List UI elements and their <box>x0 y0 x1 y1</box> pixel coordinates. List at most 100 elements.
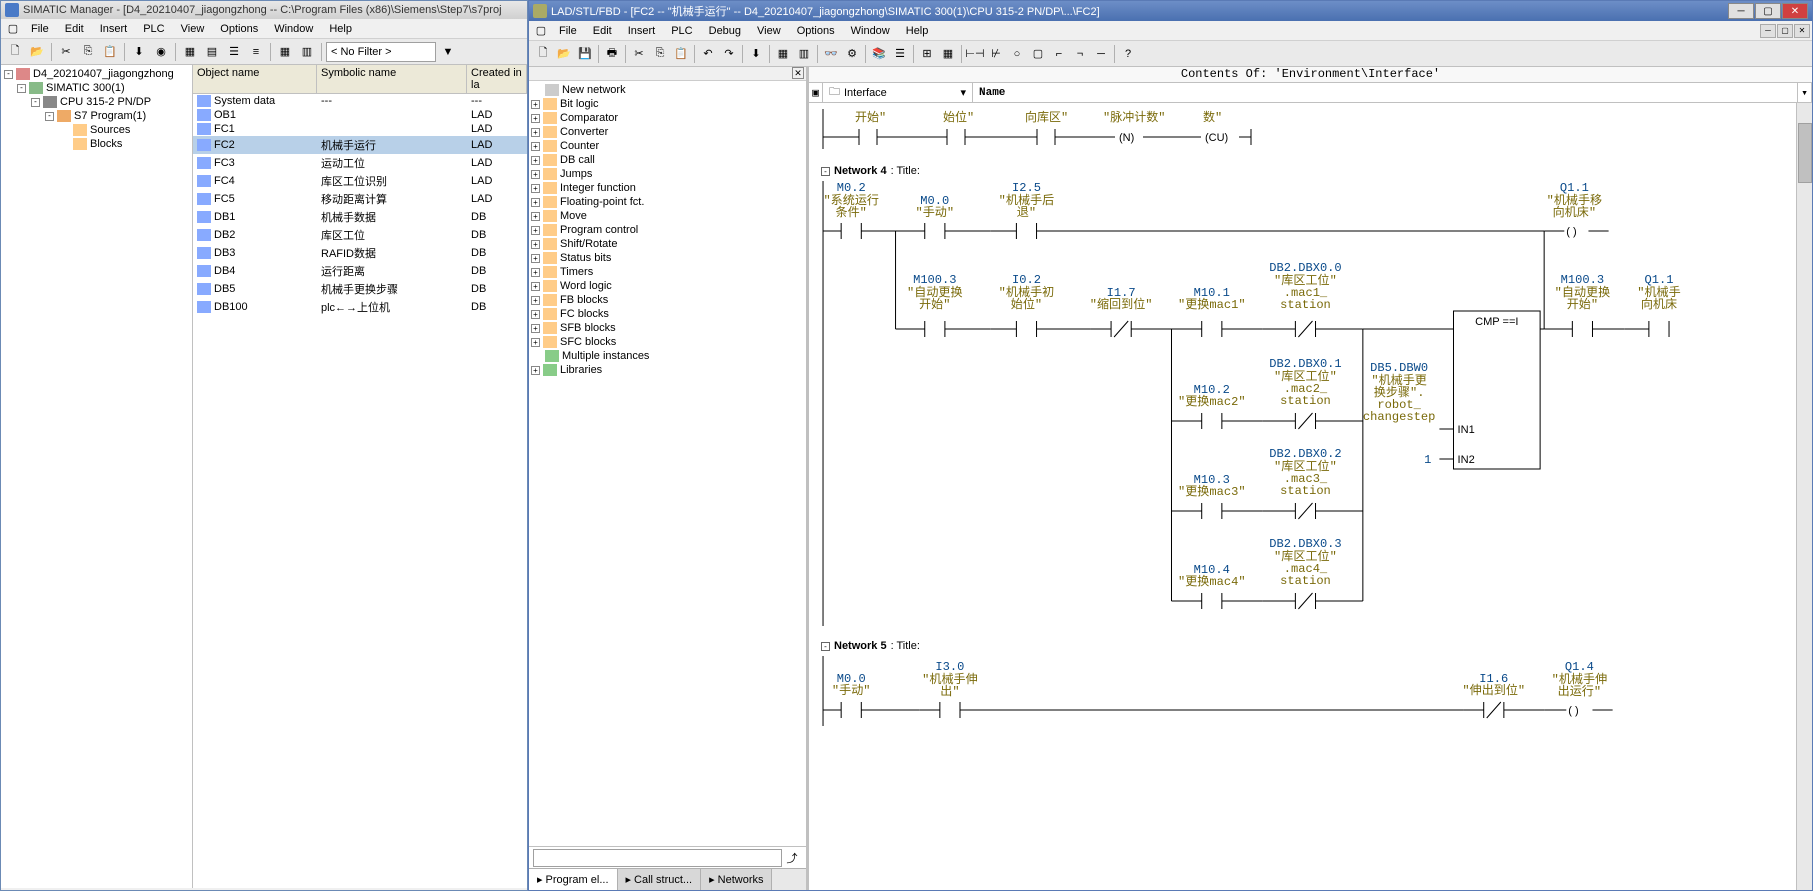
branch-close-icon[interactable]: ¬ <box>1070 44 1090 64</box>
expander-icon[interactable]: - <box>31 98 40 107</box>
tab-networks[interactable]: ▸Networks <box>701 869 772 890</box>
left-titlebar[interactable]: SIMATIC Manager - [D4_20210407_jiagongzh… <box>1 1 527 19</box>
menu-file[interactable]: File <box>23 21 57 37</box>
tree-node[interactable]: -CPU 315-2 PN/DP <box>3 95 190 109</box>
element-node[interactable]: +Floating-point fct. <box>531 195 804 209</box>
element-node[interactable]: +SFC blocks <box>531 335 804 349</box>
expander-icon[interactable]: - <box>17 84 26 93</box>
element-node[interactable]: +Timers <box>531 265 804 279</box>
cut-icon[interactable]: ✂ <box>56 42 76 62</box>
expander-icon[interactable]: + <box>531 226 540 235</box>
expander-icon[interactable]: + <box>531 268 540 277</box>
expander-icon[interactable]: + <box>531 156 540 165</box>
undo-icon[interactable]: ↶ <box>698 44 718 64</box>
col-object-name[interactable]: Object name <box>193 65 317 93</box>
network-5-header[interactable]: - Network 5 : Title: <box>821 640 1806 652</box>
interface-label[interactable]: 🗀 Interface ▾ <box>823 83 973 102</box>
block-row[interactable]: System data------ <box>193 94 527 108</box>
expander-icon[interactable]: - <box>45 112 54 121</box>
menu-help[interactable]: Help <box>898 23 937 39</box>
right-titlebar[interactable]: LAD/STL/FBD - [FC2 -- "机械手运行" -- D4_2021… <box>529 1 1812 21</box>
element-node[interactable]: +Comparator <box>531 111 804 125</box>
block-row[interactable]: FC3运动工位LAD <box>193 154 527 172</box>
elements-tree[interactable]: New network+Bit logic+Comparator+Convert… <box>529 81 806 846</box>
network-4-ladder[interactable]: M0.2 "系统运行 条件" M0.0 "手动" I2.5 "机械手后 退" Q… <box>819 181 1806 626</box>
sim-icon[interactable]: ▥ <box>297 42 317 62</box>
expander-icon[interactable]: + <box>531 142 540 151</box>
element-node[interactable]: +Converter <box>531 125 804 139</box>
coil-icon[interactable]: ○ <box>1007 44 1027 64</box>
menu-file[interactable]: File <box>551 23 585 39</box>
network-4-header[interactable]: - Network 4 : Title: <box>821 165 1806 177</box>
expander-icon[interactable]: + <box>531 184 540 193</box>
tree-node[interactable]: -D4_20210407_jiagongzhong <box>3 67 190 81</box>
element-node[interactable]: +Word logic <box>531 279 804 293</box>
expander-icon[interactable]: + <box>531 128 540 137</box>
copy-icon[interactable]: ⎘ <box>78 42 98 62</box>
save-icon[interactable]: 💾 <box>575 44 595 64</box>
menu-insert[interactable]: Insert <box>92 21 136 37</box>
filter-go-icon[interactable]: ⤴ <box>782 848 802 868</box>
menu-view[interactable]: View <box>749 23 789 39</box>
element-node[interactable]: +FC blocks <box>531 307 804 321</box>
expander-icon[interactable]: + <box>531 310 540 319</box>
expander-icon[interactable]: + <box>531 366 540 375</box>
panel-close-button[interactable]: ✕ <box>792 67 804 79</box>
view4-icon[interactable]: ≡ <box>246 42 266 62</box>
element-node[interactable]: +Status bits <box>531 251 804 265</box>
block-row[interactable]: DB4运行距离DB <box>193 262 527 280</box>
box-icon[interactable]: ▢ <box>1028 44 1048 64</box>
view1-icon[interactable]: ▦ <box>180 42 200 62</box>
expander-icon[interactable]: + <box>531 324 540 333</box>
element-node[interactable]: Multiple instances <box>531 349 804 363</box>
tree-node[interactable]: -SIMATIC 300(1) <box>3 81 190 95</box>
block-row[interactable]: FC4库区工位识别LAD <box>193 172 527 190</box>
block-row[interactable]: FC1LAD <box>193 122 527 136</box>
view2-icon[interactable]: ▤ <box>202 42 222 62</box>
name-label[interactable]: Name <box>973 83 1798 102</box>
menu-plc[interactable]: PLC <box>135 21 172 37</box>
filter-select[interactable]: < No Filter > <box>326 42 436 62</box>
element-node[interactable]: +Bit logic <box>531 97 804 111</box>
block-row[interactable]: DB1机械手数据DB <box>193 208 527 226</box>
newnet-icon[interactable]: ▦ <box>938 44 958 64</box>
monitor-icon[interactable]: 👓 <box>821 44 841 64</box>
expander-icon[interactable]: + <box>531 100 540 109</box>
tab-program-el-[interactable]: ▸Program el... <box>529 869 618 890</box>
menu-help[interactable]: Help <box>321 21 360 37</box>
element-node[interactable]: +SFB blocks <box>531 321 804 335</box>
expander-icon[interactable]: + <box>531 114 540 123</box>
mdi-min-button[interactable]: ─ <box>1760 24 1776 38</box>
expander-icon[interactable]: - <box>4 70 13 79</box>
menu-edit[interactable]: Edit <box>585 23 620 39</box>
contact-nc-icon[interactable]: ⊬ <box>986 44 1006 64</box>
tree-node[interactable]: -S7 Program(1) <box>3 109 190 123</box>
new-icon[interactable]: 🗋 <box>533 44 553 64</box>
col-symbolic-name[interactable]: Symbolic name <box>317 65 467 93</box>
close-button[interactable]: ✕ <box>1782 3 1808 19</box>
download-icon[interactable]: ⬇ <box>746 44 766 64</box>
menu-window[interactable]: Window <box>266 21 321 37</box>
menu-options[interactable]: Options <box>212 21 266 37</box>
mdi-close-button[interactable]: ✕ <box>1794 24 1810 38</box>
name-dd[interactable]: ▾ <box>1798 83 1812 102</box>
vertical-scrollbar[interactable] <box>1796 103 1812 890</box>
element-node[interactable]: +Jumps <box>531 167 804 181</box>
expander-icon[interactable]: + <box>531 254 540 263</box>
copy-icon[interactable]: ⎘ <box>650 44 670 64</box>
menu-view[interactable]: View <box>173 21 213 37</box>
expander-icon[interactable]: + <box>531 198 540 207</box>
col-created-in[interactable]: Created in la <box>467 65 527 93</box>
network-5-ladder[interactable]: M0.0 "手动" I3.0 "机械手伸 出" I1.6 "伸出到位" Q1.4… <box>819 656 1806 726</box>
mdi-restore-icon[interactable]: ▢ <box>3 19 23 39</box>
paste-icon[interactable]: 📋 <box>100 42 120 62</box>
filter-icon[interactable]: ▼ <box>438 42 458 62</box>
detail-icon[interactable]: ▦ <box>773 44 793 64</box>
filter-input[interactable] <box>533 849 782 867</box>
modify-icon[interactable]: ⚙ <box>842 44 862 64</box>
element-node[interactable]: +FB blocks <box>531 293 804 307</box>
download-icon[interactable]: ⬇ <box>129 42 149 62</box>
block-row[interactable]: DB3RAFID数据DB <box>193 244 527 262</box>
minimize-button[interactable]: ─ <box>1728 3 1754 19</box>
block-row[interactable]: DB100plc←→上位机DB <box>193 298 527 316</box>
